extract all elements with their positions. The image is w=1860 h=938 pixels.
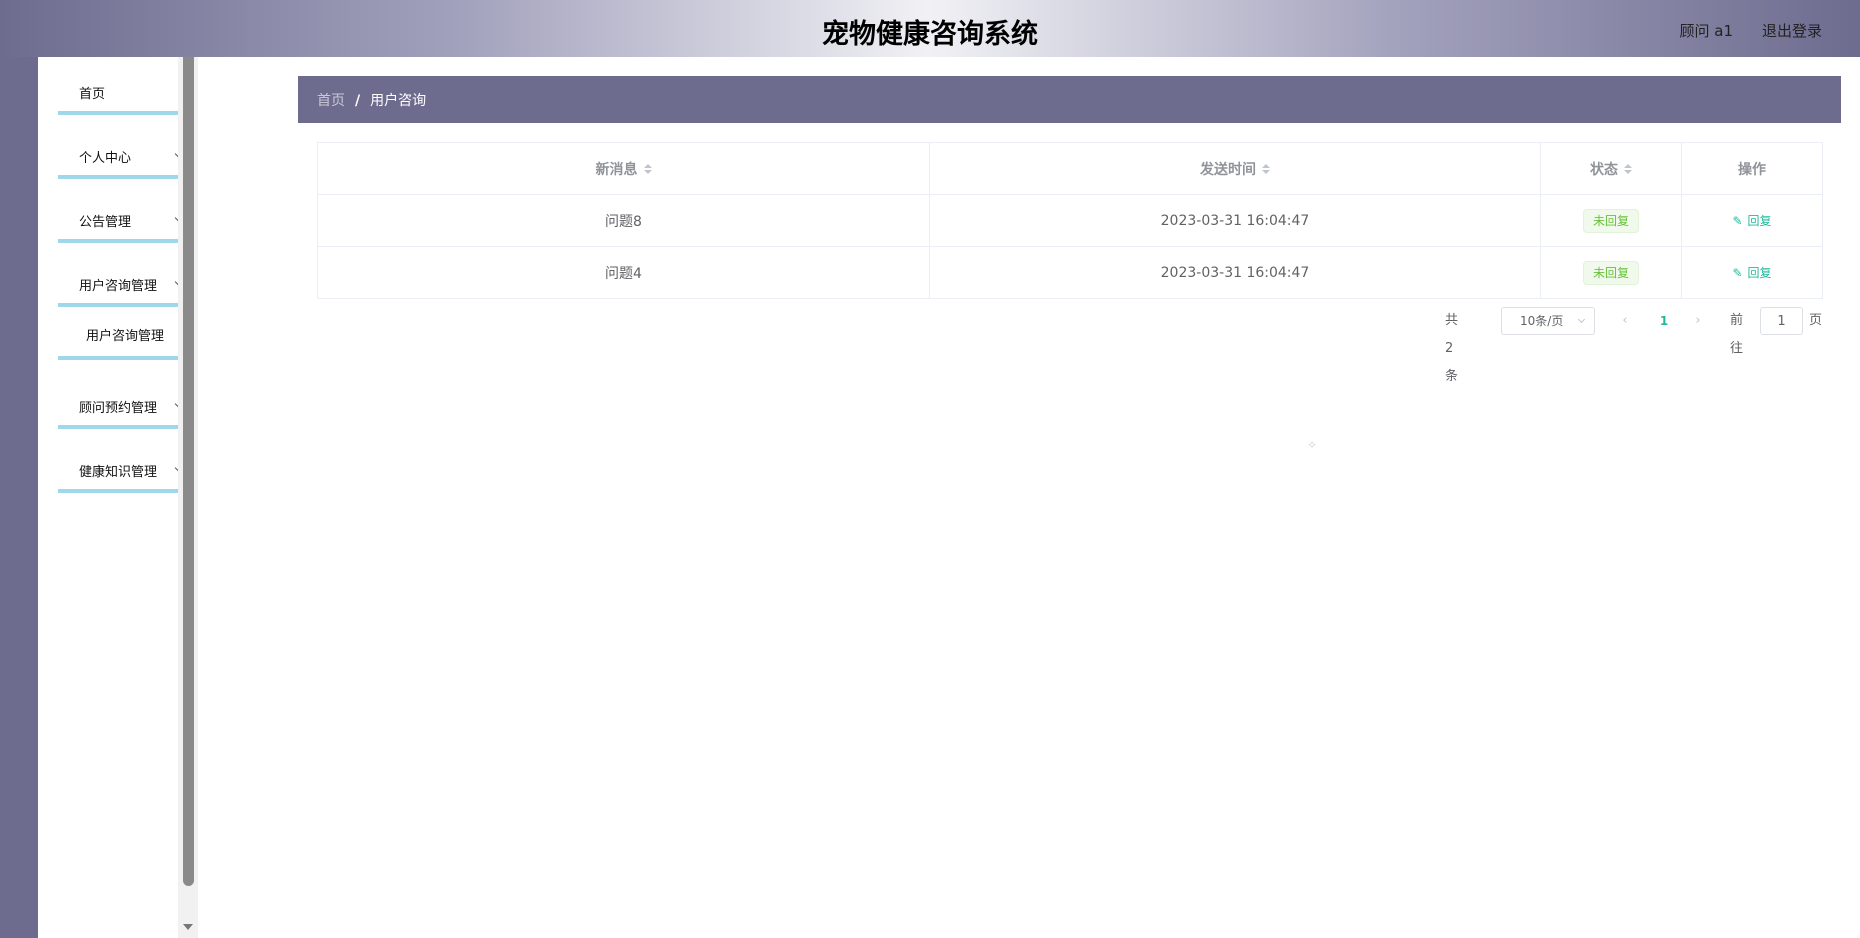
cell-send-time: 2023-03-31 16:04:47 (930, 247, 1541, 298)
page-number-button[interactable]: 1 (1652, 307, 1676, 335)
cell-message: 问题8 (318, 195, 930, 246)
next-page-button[interactable]: › (1686, 307, 1710, 335)
cell-action: ✎ 回复 (1682, 195, 1822, 246)
pagination-total: 共 2 条 (1445, 313, 1459, 384)
sort-icon[interactable] (1624, 163, 1632, 174)
sidebar-item-home[interactable]: 首页 (58, 71, 196, 115)
scroll-down-arrow-icon[interactable] (183, 924, 193, 930)
sidebar-item-label: 首页 (79, 87, 106, 102)
sidebar-item-label: 个人中心 (79, 151, 132, 166)
header: 宠物健康咨询系统 顾问 a1 退出登录 (0, 0, 1860, 57)
reply-button[interactable]: ✎ 回复 (1732, 212, 1771, 229)
column-header-status[interactable]: 状态 (1541, 143, 1682, 194)
app: 宠物健康咨询系统 顾问 a1 退出登录 首页 个人中心 公告管理 用户咨询管理 … (0, 0, 1860, 938)
cell-send-time: 2023-03-31 16:04:47 (930, 195, 1541, 246)
sort-icon[interactable] (643, 163, 652, 174)
column-header-label: 发送时间 (1200, 161, 1256, 178)
page-size-select[interactable]: 10条/页 (1501, 307, 1595, 335)
cell-action: ✎ 回复 (1682, 247, 1822, 298)
consult-table: 新消息 发送时间 状态 操作 问题8 2023-03-31 16:04:47 未… (317, 142, 1823, 299)
edit-icon: ✎ (1732, 213, 1743, 228)
sidebar-item-health-knowledge-management[interactable]: 健康知识管理 (58, 449, 196, 493)
sidebar-item-personal-center[interactable]: 个人中心 (58, 135, 196, 179)
sidebar-scrollbar[interactable] (178, 57, 198, 938)
left-decor-strip (0, 57, 38, 938)
app-title: 宠物健康咨询系统 (822, 19, 1038, 50)
sidebar-item-notice-management[interactable]: 公告管理 (58, 199, 196, 243)
table-row: 问题4 2023-03-31 16:04:47 未回复 ✎ 回复 (318, 247, 1822, 298)
table-row: 问题8 2023-03-31 16:04:47 未回复 ✎ 回复 (318, 195, 1822, 247)
sidebar-item-label: 健康知识管理 (79, 465, 158, 480)
sidebar-item-label: 公告管理 (79, 215, 132, 230)
breadcrumb: 首页 / 用户咨询 (298, 76, 1841, 123)
column-header-send-time[interactable]: 发送时间 (930, 143, 1541, 194)
goto-unit-label: 页 (1809, 313, 1823, 328)
cell-status: 未回复 (1541, 195, 1682, 246)
cell-message: 问题4 (318, 247, 930, 298)
column-header-label: 操作 (1738, 161, 1766, 178)
column-header-action: 操作 (1682, 143, 1822, 194)
reply-label: 回复 (1747, 214, 1772, 228)
column-header-label: 状态 (1590, 161, 1618, 178)
sidebar-item-label: 用户咨询管理 (79, 279, 158, 294)
column-header-label: 新消息 (595, 161, 638, 178)
page-size-value: 10条/页 (1520, 314, 1564, 328)
edit-icon: ✎ (1732, 265, 1743, 280)
reply-button[interactable]: ✎ 回复 (1732, 264, 1771, 281)
breadcrumb-current: 用户咨询 (370, 93, 427, 109)
column-header-message[interactable]: 新消息 (318, 143, 930, 194)
prev-page-button[interactable]: ‹ (1613, 307, 1637, 335)
status-badge: 未回复 (1582, 260, 1639, 285)
sidebar-item-label: 顾问预约管理 (79, 401, 158, 416)
table-header-row: 新消息 发送时间 状态 操作 (318, 143, 1822, 195)
cell-status: 未回复 (1541, 247, 1682, 298)
sidebar-subitem-user-consult-management[interactable]: 用户咨询管理 (58, 318, 196, 360)
goto-label: 前往 (1730, 313, 1744, 356)
sort-icon[interactable] (1262, 163, 1270, 174)
logout-button[interactable]: 退出登录 (1762, 20, 1822, 41)
chevron-down-icon (1577, 315, 1586, 324)
goto-page-input[interactable] (1760, 307, 1803, 335)
sidebar: 首页 个人中心 公告管理 用户咨询管理 用户咨询管理 顾问预约管理 健康知识管理 (38, 57, 196, 938)
cursor-icon: ✧ (1307, 438, 1318, 452)
sidebar-item-user-consult-management[interactable]: 用户咨询管理 (58, 263, 196, 307)
status-badge: 未回复 (1582, 208, 1639, 233)
breadcrumb-separator: / (355, 93, 361, 109)
scrollbar-thumb[interactable] (183, 57, 194, 886)
reply-label: 回复 (1747, 266, 1772, 280)
sidebar-item-advisor-booking-management[interactable]: 顾问预约管理 (58, 385, 196, 429)
breadcrumb-home[interactable]: 首页 (317, 93, 345, 109)
user-info: 顾问 a1 (1679, 22, 1733, 40)
